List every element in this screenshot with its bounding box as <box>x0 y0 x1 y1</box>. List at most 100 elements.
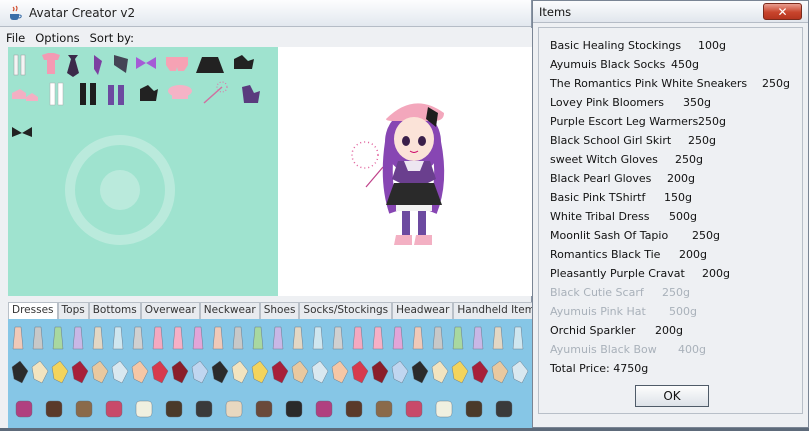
tab-tops[interactable]: Tops <box>57 302 89 319</box>
skirt-icon <box>196 57 224 73</box>
shelf-item[interactable] <box>272 326 284 350</box>
menu-options[interactable]: Options <box>35 31 79 45</box>
shelf-item[interactable] <box>491 360 509 384</box>
shelf-item[interactable] <box>45 400 63 418</box>
shelf-item[interactable] <box>371 360 389 384</box>
shelf-item[interactable] <box>135 400 153 418</box>
shelf-item[interactable] <box>452 326 464 350</box>
worn-items-icons[interactable] <box>8 47 278 296</box>
shelf-item[interactable] <box>315 400 333 418</box>
shelf-item[interactable] <box>465 400 483 418</box>
shelf-item[interactable] <box>165 400 183 418</box>
shelf-item[interactable] <box>195 400 213 418</box>
sneakers-icon <box>12 89 38 101</box>
tab-bottoms[interactable]: Bottoms <box>88 302 141 319</box>
shelf-item[interactable] <box>172 326 184 350</box>
item-price: 500g <box>669 305 697 318</box>
tab-neckwear[interactable]: Neckwear <box>199 302 260 319</box>
shelf-item[interactable] <box>271 360 289 384</box>
shelf-item[interactable] <box>15 400 33 418</box>
shelf-item[interactable] <box>405 400 423 418</box>
shelf-item[interactable] <box>12 326 24 350</box>
tshirt-icon <box>42 53 60 74</box>
shelf-item[interactable] <box>351 360 369 384</box>
shelf-item[interactable] <box>212 326 224 350</box>
close-button[interactable]: ✕ <box>763 3 802 20</box>
shelf-item[interactable] <box>111 360 129 384</box>
dialog-titlebar[interactable]: Items ✕ <box>533 1 808 23</box>
shelf-item[interactable] <box>52 326 64 350</box>
shelf-items[interactable] <box>8 319 532 428</box>
shelf-item[interactable] <box>31 360 49 384</box>
shelf-item[interactable] <box>312 326 324 350</box>
menu-file[interactable]: File <box>6 31 25 45</box>
shelf-item[interactable] <box>191 360 209 384</box>
cravat-icon <box>94 55 102 75</box>
shelf-item[interactable] <box>151 360 169 384</box>
shelf-item[interactable] <box>512 326 524 350</box>
avatar-figure[interactable] <box>278 47 532 296</box>
ok-button[interactable]: OK <box>635 385 709 407</box>
shelf-item[interactable] <box>231 360 249 384</box>
shelf-item[interactable] <box>332 326 344 350</box>
tab-headwear[interactable]: Headwear <box>392 302 454 319</box>
shelf-item[interactable] <box>152 326 164 350</box>
shelf-item[interactable] <box>105 400 123 418</box>
shelf-item[interactable] <box>412 326 424 350</box>
shelf-item[interactable] <box>372 326 384 350</box>
shelf-item[interactable] <box>252 326 264 350</box>
item-row: Basic Pink TShirtf 150g <box>550 191 800 205</box>
shelf-item[interactable] <box>511 360 529 384</box>
shelf-item[interactable] <box>91 360 109 384</box>
shelf-item[interactable] <box>432 326 444 350</box>
item-name: sweet Witch Gloves <box>550 153 658 166</box>
shelf-item[interactable] <box>75 400 93 418</box>
shelf-item[interactable] <box>331 360 349 384</box>
tab-socks-stockings[interactable]: Socks/Stockings <box>299 302 393 319</box>
shelf-item[interactable] <box>112 326 124 350</box>
item-row: Black School Girl Skirt 250g <box>550 134 800 148</box>
shelf-item[interactable] <box>431 360 449 384</box>
shelf-item[interactable] <box>192 326 204 350</box>
shelf-item[interactable] <box>451 360 469 384</box>
shelf-item[interactable] <box>495 400 513 418</box>
menu-sort-by[interactable]: Sort by: <box>90 31 134 45</box>
shelf-item[interactable] <box>345 400 363 418</box>
shelf-item[interactable] <box>471 360 489 384</box>
shelf-item[interactable] <box>11 360 29 384</box>
shelf-item[interactable] <box>311 360 329 384</box>
shelf-item[interactable] <box>392 326 404 350</box>
shelf-item[interactable] <box>211 360 229 384</box>
tab-overwear[interactable]: Overwear <box>140 302 200 319</box>
shelf-item[interactable] <box>131 360 149 384</box>
shelf-item[interactable] <box>472 326 484 350</box>
tab-shoes[interactable]: Shoes <box>259 302 300 319</box>
tab-handheld-items[interactable]: Handheld Items <box>453 302 545 319</box>
shelf-item[interactable] <box>255 400 273 418</box>
sparkler-icon <box>203 81 228 104</box>
shelf-item[interactable] <box>391 360 409 384</box>
shelf-item[interactable] <box>411 360 429 384</box>
item-shelf <box>8 319 532 428</box>
shelf-item[interactable] <box>225 400 243 418</box>
shelf-item[interactable] <box>72 326 84 350</box>
shelf-item[interactable] <box>51 360 69 384</box>
shelf-item[interactable] <box>492 326 504 350</box>
shelf-item[interactable] <box>291 360 309 384</box>
shelf-item[interactable] <box>71 360 89 384</box>
shelf-item[interactable] <box>32 326 44 350</box>
item-row: Ayumuis Black Bow 400g <box>550 343 800 357</box>
item-name: The Romantics Pink White Sneakers <box>550 77 748 90</box>
shelf-item[interactable] <box>92 326 104 350</box>
shelf-item[interactable] <box>285 400 303 418</box>
shelf-item[interactable] <box>292 326 304 350</box>
shelf-item[interactable] <box>352 326 364 350</box>
tab-dresses[interactable]: Dresses <box>8 302 58 319</box>
shelf-item[interactable] <box>251 360 269 384</box>
shelf-item[interactable] <box>132 326 144 350</box>
shelf-item[interactable] <box>375 400 393 418</box>
window-titlebar[interactable]: Avatar Creator v2 <box>0 0 531 27</box>
shelf-item[interactable] <box>435 400 453 418</box>
shelf-item[interactable] <box>232 326 244 350</box>
shelf-item[interactable] <box>171 360 189 384</box>
